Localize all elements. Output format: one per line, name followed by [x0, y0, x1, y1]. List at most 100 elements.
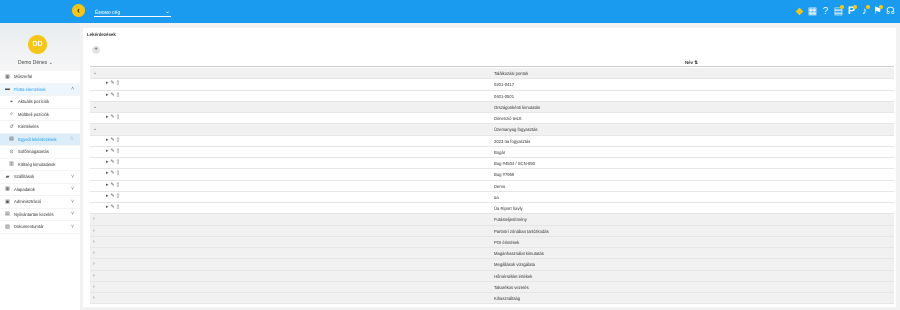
chevron-down-icon[interactable]: ⌄	[93, 70, 97, 76]
edit-icon[interactable]: ✎	[110, 171, 114, 176]
sidebar-item-fleet-analysis[interactable]: ▬ Flotta elemzések ˄	[0, 83, 80, 96]
chevron-down-icon[interactable]: ⌄	[93, 126, 97, 132]
star-icon[interactable]: ☆	[70, 136, 74, 142]
edit-icon[interactable]: ✎	[110, 205, 114, 210]
group-row[interactable]: › POI érintések	[90, 236, 894, 248]
delete-icon[interactable]: ▯	[116, 171, 119, 176]
group-row[interactable]: › Magánhasználat kimutatás	[90, 248, 894, 260]
edit-icon[interactable]: ✎	[110, 93, 114, 98]
edit-icon[interactable]: ✎	[110, 149, 114, 154]
chevron-right-icon[interactable]: ›	[93, 273, 95, 279]
group-row[interactable]: › Partnöri zónában tartózkodás	[90, 225, 894, 237]
company-select-value: Ёмомо cég	[95, 10, 121, 16]
edit-icon[interactable]: ✎	[110, 160, 114, 165]
dashboard-icon[interactable]: ▦	[807, 5, 818, 18]
group-row[interactable]: ⌄ Üzemanyag fogyasztás	[90, 124, 894, 136]
table-row[interactable]: ▸ ✎ ▯ Demo	[90, 181, 894, 192]
delete-icon[interactable]: ▯	[116, 205, 119, 210]
sidebar-item-administration[interactable]: ▣ Adminisztráció ˅	[0, 196, 80, 209]
sidebar-item-evaluation[interactable]: ↺ Kiértékelés	[0, 121, 80, 134]
edit-icon[interactable]: ✎	[110, 183, 114, 188]
headset-icon[interactable]: ☊	[885, 5, 896, 18]
chevron-right-icon[interactable]: ›	[93, 228, 95, 234]
play-icon[interactable]: ▸	[106, 81, 108, 86]
group-row[interactable]: › Megállások vizsgálata	[90, 259, 894, 271]
sidebar-item-custom-queries[interactable]: ▤ Egyedi lekérdezések ☆	[0, 133, 80, 146]
delete-icon[interactable]: ▯	[116, 115, 119, 120]
chevron-right-icon[interactable]: ›	[93, 284, 95, 290]
row-actions: ▸ ✎ ▯	[106, 194, 119, 199]
delete-icon[interactable]: ▯	[116, 81, 119, 86]
play-icon[interactable]: ▸	[106, 115, 108, 120]
sidebar-item-dashboard[interactable]: ▦ Műszerfal	[0, 71, 80, 84]
avatar[interactable]: DD	[28, 35, 47, 54]
group-row[interactable]: › Hőmérséklet értékek	[90, 270, 894, 282]
p-icon[interactable]: P	[846, 5, 857, 18]
chevron-right-icon[interactable]: ›	[93, 216, 95, 222]
edit-icon[interactable]: ✎	[110, 138, 114, 143]
play-icon[interactable]: ▸	[106, 183, 108, 188]
chevron-down-icon[interactable]: ⌄	[93, 104, 97, 110]
row-label: Partnöri zónában tartózkodás	[494, 228, 549, 234]
delete-icon[interactable]: ▯	[116, 149, 119, 154]
chevron-right-icon[interactable]: ›	[93, 261, 95, 267]
delete-icon[interactable]: ▯	[116, 138, 119, 143]
row-label: Üa Riport havly	[494, 206, 523, 211]
chevron-right-icon[interactable]: ›	[93, 295, 95, 301]
play-icon[interactable]: ▸	[106, 171, 108, 176]
delete-icon[interactable]: ▯	[116, 160, 119, 165]
table-row[interactable]: ▸ ✎ ▯ Bogár	[90, 147, 894, 158]
top-icons: ◆ ▦ ? ▤ P ♪ ⚑ ☊	[794, 5, 896, 18]
table-row[interactable]: ▸ ✎ ▯ Bug #4504 / SCN-650	[90, 158, 894, 170]
table-row[interactable]: ▸ ✎ ▯ Dimenzió teszt	[90, 113, 894, 125]
notes-icon[interactable]: ▤	[833, 5, 844, 18]
bell-icon[interactable]: ♪	[859, 5, 870, 18]
table-row[interactable]: ▸ ✎ ▯ 2023 üa fogyasztás	[90, 136, 894, 147]
edit-icon[interactable]: ✎	[110, 115, 114, 120]
help-icon[interactable]: ?	[820, 5, 831, 18]
edit-icon[interactable]: ✎	[110, 81, 114, 86]
sidebar-item-base-data[interactable]: ▦ Alapadatok ˅	[0, 184, 80, 196]
table-row[interactable]: ▸ ✎ ▯ 0401-0501	[90, 91, 894, 102]
table-row[interactable]: ▸ ✎ ▯ Üa Riport havly	[90, 203, 894, 215]
company-select[interactable]: Ёмомо cég ⌄	[94, 8, 171, 17]
sidebar-item-cost-reports[interactable]: ▥ Költség kimutatások	[0, 159, 80, 171]
chevron-down-icon: ˅	[71, 186, 74, 193]
table-row[interactable]: ▸ ✎ ▯ üa	[90, 192, 894, 203]
sidebar-item-documents[interactable]: ▧ Dokumentumtár ˅	[0, 221, 80, 234]
group-row[interactable]: › Takarékos vezetés	[90, 281, 894, 293]
chevron-right-icon[interactable]: ›	[93, 250, 95, 256]
group-row[interactable]: › Kihasználtság	[90, 293, 894, 305]
table-row[interactable]: ▸ ✎ ▯ Bug #7959	[90, 169, 894, 181]
delete-icon[interactable]: ▯	[116, 194, 119, 199]
sidebar-item-current-positions[interactable]: ⌖ Aktuális pozíciók	[0, 96, 80, 109]
table-row[interactable]: ▸ ✎ ▯ 0201-0417	[90, 79, 894, 91]
collapse-sidebar-button[interactable]: ‹	[72, 4, 85, 17]
edit-icon[interactable]: ✎	[110, 194, 114, 199]
delete-icon[interactable]: ▯	[116, 93, 119, 98]
history-icon: ⌕	[10, 111, 13, 118]
car-icon: ▬	[5, 86, 10, 93]
sidebar-item-past-positions[interactable]: ⌕ Múltbeli pozíciók	[0, 109, 80, 121]
play-icon[interactable]: ▸	[106, 149, 108, 154]
row-label: üa	[494, 194, 499, 200]
name-column-header[interactable]: Név ⇅	[685, 60, 698, 66]
sidebar-item-deliveries[interactable]: ▰ Szállítások ˅	[0, 171, 80, 184]
play-icon[interactable]: ▸	[106, 93, 108, 98]
play-icon[interactable]: ▸	[106, 205, 108, 210]
group-row[interactable]: ⌄ Találkozási pontok	[90, 68, 894, 80]
add-button[interactable]: +	[92, 46, 100, 54]
row-label: Bug #4504 / SCN-650	[494, 161, 535, 166]
chevron-right-icon[interactable]: ›	[93, 239, 95, 245]
delete-icon[interactable]: ▯	[116, 183, 119, 188]
play-icon[interactable]: ▸	[106, 138, 108, 143]
group-row[interactable]: › Futásteljesítmény	[90, 214, 894, 226]
play-icon[interactable]: ▸	[106, 194, 108, 199]
sidebar-item-registry[interactable]: ▤ Nyilvántartás kezelés ˅	[0, 209, 80, 221]
user-name[interactable]: Demo Dénes ⌄	[18, 60, 53, 66]
sidebar-item-driver-behavior[interactable]: ⊙ Sofőrmagatartás	[0, 146, 80, 159]
tag-icon[interactable]: ◆	[794, 5, 805, 18]
group-row[interactable]: ⌄ Országonkénti kimutatás	[90, 101, 894, 113]
flag-icon[interactable]: ⚑	[872, 5, 883, 18]
play-icon[interactable]: ▸	[106, 160, 108, 165]
